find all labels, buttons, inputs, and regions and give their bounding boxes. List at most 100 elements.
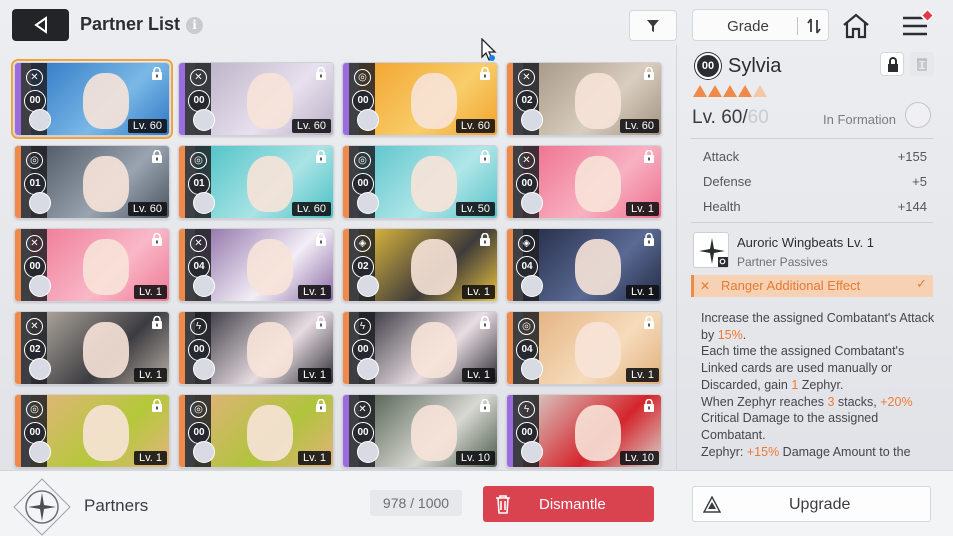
partner-name: Sylvia — [728, 55, 782, 77]
lock-button[interactable] — [880, 52, 904, 76]
assigned-combatant-avatar — [357, 358, 379, 380]
discard-button[interactable] — [910, 52, 934, 76]
back-arrow-icon — [33, 16, 47, 34]
lock-icon — [480, 150, 490, 163]
assigned-combatant-avatar — [29, 441, 51, 463]
lock-icon — [644, 233, 654, 246]
desc-text: When Zephyr reaches — [701, 394, 828, 409]
partner-level-label: Lv. 1 — [133, 368, 167, 382]
class-icon: ✕ — [26, 235, 43, 252]
partner-card[interactable]: ϟ 00 Lv. 10 — [506, 394, 662, 468]
info-icon[interactable]: i — [186, 17, 203, 34]
partner-level-label: Lv. 1 — [297, 285, 331, 299]
assigned-combatant-avatar — [193, 441, 215, 463]
lock-icon — [480, 67, 490, 80]
skill-name: Auroric Wingbeats Lv. 1 — [737, 235, 875, 250]
desc-text: Critical Damage to the assigned Combatan… — [701, 411, 879, 442]
class-icon: ✕ — [26, 69, 43, 86]
partner-card[interactable]: ✕ 02 Lv. 60 — [506, 62, 662, 136]
partner-card[interactable]: ϟ 00 Lv. 1 — [178, 311, 334, 385]
grade-stars — [693, 85, 767, 97]
partner-card[interactable]: ◎ 00 Lv. 1 — [178, 394, 334, 468]
level-current: Lv. 60/ — [692, 107, 748, 128]
partner-level-label: Lv. 60 — [619, 119, 659, 133]
partner-card[interactable]: ◎ 00 Lv. 60 — [342, 62, 498, 136]
partner-card[interactable]: ◈ 02 Lv. 1 — [342, 228, 498, 302]
sort-order-icon[interactable] — [804, 16, 824, 36]
skill-icon[interactable] — [693, 232, 729, 268]
back-button[interactable] — [12, 9, 69, 41]
stat-attack: Attack +155 — [703, 149, 927, 164]
partner-level-label: Lv. 1 — [625, 285, 659, 299]
partner-level-label: Lv. 50 — [455, 202, 495, 216]
class-icon: ◎ — [518, 318, 535, 335]
lock-icon — [480, 399, 490, 412]
partner-card[interactable]: ϟ 00 Lv. 1 — [342, 311, 498, 385]
class-icon: ✕ — [190, 235, 207, 252]
class-icon: ◎ — [190, 401, 207, 418]
partner-card[interactable]: ✕ 04 Lv. 1 — [178, 228, 334, 302]
lock-icon — [152, 67, 162, 80]
class-icon: ✕ — [190, 69, 207, 86]
partner-card[interactable]: ✕ 00 Lv. 60 — [178, 62, 334, 136]
sort-dropdown[interactable]: Grade — [692, 9, 829, 41]
detail-level-badge: 00 — [695, 53, 721, 79]
partner-card[interactable]: ✕ 00 Lv. 10 — [342, 394, 498, 468]
home-icon[interactable] — [841, 11, 871, 41]
stat-value: +5 — [912, 174, 927, 189]
desc-highlight: +15% — [746, 444, 780, 459]
assigned-combatant-avatar — [29, 109, 51, 131]
partner-card[interactable]: ◎ 04 Lv. 1 — [506, 311, 662, 385]
sparkle-icon — [699, 238, 728, 267]
trash-icon — [496, 495, 510, 514]
partner-level-label: Lv. 60 — [291, 119, 331, 133]
partner-card[interactable]: ◎ 00 Lv. 1 — [14, 394, 170, 468]
dismantle-button[interactable]: Dismantle — [483, 486, 654, 522]
partner-card[interactable]: ◈ 04 Lv. 1 — [506, 228, 662, 302]
partner-card[interactable]: ✕ 00 Lv. 1 — [14, 228, 170, 302]
partner-level-label: Lv. 1 — [133, 451, 167, 465]
dismantle-label: Dismantle — [539, 496, 606, 513]
partner-card[interactable]: ✕ 02 Lv. 1 — [14, 311, 170, 385]
stat-health: Health +144 — [703, 199, 927, 214]
class-icon: ϟ — [518, 401, 535, 418]
level-max: 60 — [747, 107, 769, 128]
partner-card[interactable]: ◎ 00 Lv. 50 — [342, 145, 498, 219]
partner-level-label: Lv. 1 — [133, 285, 167, 299]
lock-icon — [316, 67, 326, 80]
class-icon: ◎ — [26, 152, 43, 169]
partner-detail-panel: 00 Sylvia Lv. 60/60 In Formation Attack +… — [676, 45, 939, 470]
lock-icon — [644, 399, 654, 412]
partners-emblem-icon — [13, 478, 71, 536]
partner-card[interactable]: ◎ 01 Lv. 60 — [14, 145, 170, 219]
desc-text: . — [742, 327, 747, 342]
formation-avatar[interactable] — [905, 102, 931, 128]
partner-card[interactable]: ✕ 00 Lv. 1 — [506, 145, 662, 219]
lock-icon — [480, 233, 490, 246]
star-icon — [693, 85, 707, 97]
star-icon — [723, 85, 737, 97]
stat-label: Attack — [703, 149, 740, 164]
effect-label: Ranger Additional Effect — [721, 278, 861, 293]
partner-level-label: Lv. 1 — [625, 368, 659, 382]
upgrade-button[interactable]: Upgrade — [692, 486, 931, 522]
filter-button[interactable] — [629, 10, 677, 41]
assigned-combatant-avatar — [357, 192, 379, 214]
lock-icon — [888, 57, 898, 72]
partner-grid: ✕ 00 Lv. 60 ✕ 00 Lv. 60 ◎ 00 Lv. 60 ✕ 02 — [11, 59, 662, 470]
lock-icon — [152, 233, 162, 246]
partner-card[interactable]: ✕ 00 Lv. 60 — [11, 59, 173, 139]
lock-icon — [316, 233, 326, 246]
class-icon: ◎ — [190, 152, 207, 169]
ranger-effect-toggle[interactable]: ✕ Ranger Additional Effect ✓ — [691, 275, 933, 297]
assigned-combatant-avatar — [521, 192, 543, 214]
partner-level-label: Lv. 60 — [127, 119, 167, 133]
bottom-bar: Partners 978 / 1000 Dismantle Upgrade — [0, 470, 953, 536]
skill-subtitle: Partner Passives — [737, 255, 828, 269]
stat-label: Health — [703, 199, 741, 214]
class-icon: ϟ — [190, 318, 207, 335]
partner-card[interactable]: ◎ 01 Lv. 60 — [178, 145, 334, 219]
desc-text: Zephyr. — [798, 377, 844, 392]
partner-level: Lv. 60/60 — [692, 107, 769, 129]
upgrade-label: Upgrade — [789, 496, 851, 513]
